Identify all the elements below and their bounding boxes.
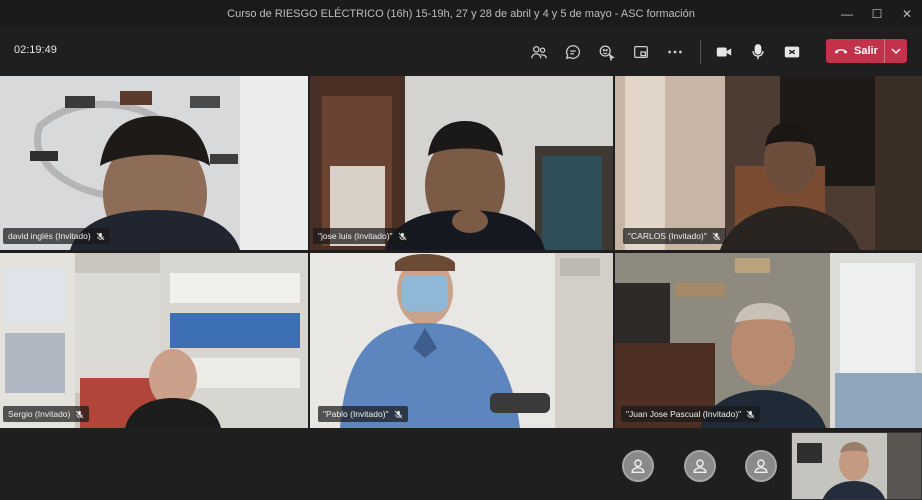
mic-muted-icon <box>96 232 105 240</box>
person-icon <box>631 459 645 474</box>
title-bar: Curso de RIESGO ELÉCTRICO (16h) 15-19h, … <box>0 0 922 28</box>
video-tile-sergio[interactable]: Sergio (Invitado) <box>0 253 308 428</box>
share-tray-icon[interactable] <box>630 41 652 63</box>
leave-options-button[interactable] <box>885 47 907 55</box>
leave-label: Salir <box>854 45 878 57</box>
participant-nametag: "jose luis (Invitado)" <box>313 228 412 244</box>
participant-name: "jose luis (Invitado)" <box>318 231 393 241</box>
toolbar-divider <box>700 40 701 64</box>
video-tile-juan-jose[interactable]: "Juan Jose Pascual (Invitado)" <box>615 253 922 428</box>
camera-icon[interactable] <box>713 41 735 63</box>
reactions-icon[interactable] <box>596 41 618 63</box>
mic-muted-icon <box>398 232 406 240</box>
chevron-down-icon <box>891 47 901 54</box>
leave-button[interactable]: Salir <box>826 39 907 63</box>
maximize-icon[interactable]: ☐ <box>862 0 892 28</box>
video-tile-carlos[interactable]: "CARLOS (Invitado)" <box>615 76 922 250</box>
participant-name: "Pablo (Invitado)" <box>323 409 389 419</box>
participant-avatar[interactable] <box>622 450 654 482</box>
mic-muted-icon <box>712 232 721 240</box>
self-view-video[interactable] <box>791 432 922 500</box>
participants-icon[interactable] <box>528 41 550 63</box>
video-tile-jose-luis[interactable]: "jose luis (Invitado)" <box>310 76 613 250</box>
participant-video <box>0 253 308 428</box>
participant-video <box>615 253 922 428</box>
participant-avatar[interactable] <box>745 450 777 482</box>
person-icon <box>754 459 768 474</box>
meeting-toolbar: 02:19:49 Salir <box>0 28 922 74</box>
mic-muted-icon <box>746 410 755 418</box>
close-icon[interactable]: ✕ <box>892 0 922 28</box>
leave-main[interactable]: Salir <box>826 39 884 63</box>
participant-video <box>0 76 308 250</box>
toolbar-actions <box>528 40 815 64</box>
participant-name: "Juan Jose Pascual (Invitado)" <box>626 409 742 419</box>
chat-icon[interactable] <box>562 41 584 63</box>
participant-name: "CARLOS (Invitado)" <box>628 231 707 241</box>
participant-name: Sergio (Invitado) <box>8 409 71 419</box>
video-tile-david[interactable]: david inglés (Invitado) <box>0 76 308 250</box>
window-controls: — ☐ ✕ <box>832 0 922 28</box>
mic-muted-icon <box>394 410 402 418</box>
participant-video <box>310 253 613 428</box>
participant-name: david inglés (Invitado) <box>8 231 91 241</box>
participant-nametag: "Pablo (Invitado)" <box>318 406 408 422</box>
overflow-bar <box>0 428 922 500</box>
minimize-icon[interactable]: — <box>832 0 862 28</box>
participant-nametag: "CARLOS (Invitado)" <box>623 228 726 244</box>
self-video <box>792 433 921 499</box>
participant-nametag: "Juan Jose Pascual (Invitado)" <box>621 406 761 422</box>
participant-video <box>615 76 922 250</box>
participant-video <box>310 76 613 250</box>
mic-muted-icon <box>75 410 84 418</box>
window-title: Curso de RIESGO ELÉCTRICO (16h) 15-19h, … <box>227 8 695 20</box>
participant-nametag: Sergio (Invitado) <box>3 406 90 422</box>
video-tile-pablo[interactable]: "Pablo (Invitado)" <box>310 253 613 428</box>
share-screen-icon[interactable] <box>781 41 803 63</box>
person-icon <box>693 459 707 474</box>
more-options-icon[interactable] <box>664 41 686 63</box>
microphone-icon[interactable] <box>747 41 769 63</box>
phone-hangup-icon <box>834 49 848 54</box>
meeting-timer: 02:19:49 <box>14 44 57 56</box>
participant-avatar[interactable] <box>684 450 716 482</box>
participant-nametag: david inglés (Invitado) <box>3 228 110 244</box>
